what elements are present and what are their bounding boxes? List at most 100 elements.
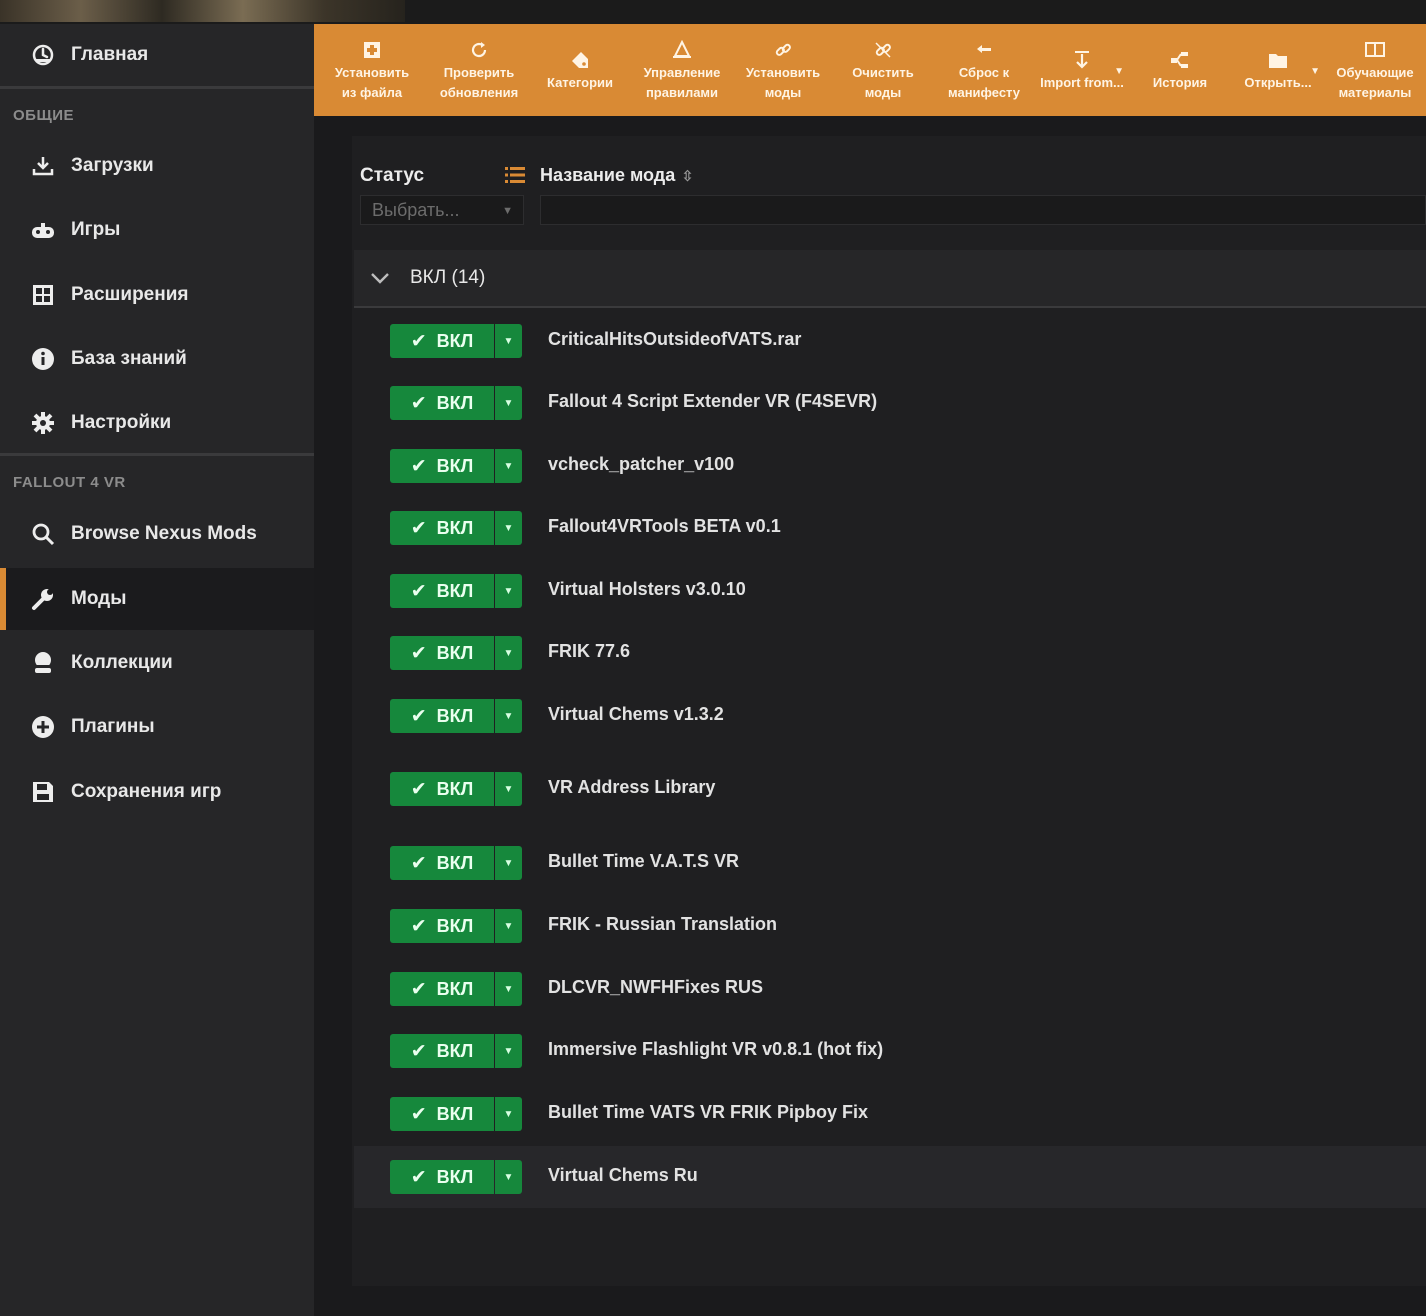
enable-toggle[interactable]: ✔ ВКЛ ▼: [390, 1034, 522, 1068]
check-updates-button[interactable]: Проверить обновления: [430, 24, 528, 116]
sidebar-item-saves[interactable]: Сохранения игр: [0, 761, 314, 823]
sidebar-item-knowledge-base[interactable]: База знаний: [0, 328, 314, 390]
enabled-status-button[interactable]: ✔ ВКЛ: [390, 511, 494, 545]
enable-toggle[interactable]: ✔ ВКЛ ▼: [390, 972, 522, 1006]
mod-row[interactable]: ✔ ВКЛ ▼ Bullet Time VATS VR FRIK Pipboy Fix: [354, 1083, 1426, 1145]
install-file-icon: [362, 37, 382, 63]
enable-toggle[interactable]: ✔ ВКЛ ▼: [390, 511, 522, 545]
mod-name: vcheck_patcher_v100: [548, 454, 735, 474]
enabled-status-button[interactable]: ✔ ВКЛ: [390, 386, 494, 420]
deploy-mods-button[interactable]: Установить моды: [732, 24, 834, 116]
enabled-status-button[interactable]: ✔ ВКЛ: [390, 772, 494, 806]
status-dropdown-button[interactable]: ▼: [495, 324, 522, 358]
mod-name-column-header[interactable]: Название мода ⇳: [540, 165, 694, 186]
toolbar-button-label: Установить из файла: [334, 65, 410, 100]
sidebar-item-home[interactable]: Главная: [0, 24, 314, 86]
sidebar-item-label: Главная: [71, 44, 149, 65]
sidebar-item-downloads[interactable]: Загрузки: [0, 135, 314, 197]
mod-row[interactable]: ✔ ВКЛ ▼ Bullet Time V.A.T.S VR: [354, 832, 1426, 894]
enable-toggle[interactable]: ✔ ВКЛ ▼: [390, 449, 522, 483]
mod-row[interactable]: ✔ ВКЛ ▼ Virtual Chems v1.3.2: [354, 685, 1426, 747]
mod-row[interactable]: ✔ ВКЛ ▼ CriticalHitsOutsideofVATS.rar: [354, 310, 1426, 372]
mod-row[interactable]: ✔ ВКЛ ▼ vcheck_patcher_v100: [354, 435, 1426, 497]
mod-row[interactable]: ✔ ВКЛ ▼ VR Address Library: [354, 758, 1426, 820]
enabled-status-button[interactable]: ✔ ВКЛ: [390, 1097, 494, 1131]
sidebar-item-games[interactable]: Игры: [0, 199, 314, 261]
status-dropdown-button[interactable]: ▼: [495, 772, 522, 806]
install-from-file-button[interactable]: Установить из файла: [314, 24, 430, 116]
manage-rules-button[interactable]: Управление правилами: [632, 24, 732, 116]
group-header-enabled[interactable]: ВКЛ (14): [354, 250, 1426, 308]
enabled-status-button[interactable]: ✔ ВКЛ: [390, 1160, 494, 1194]
enabled-status-button[interactable]: ✔ ВКЛ: [390, 846, 494, 880]
enable-toggle[interactable]: ✔ ВКЛ ▼: [390, 699, 522, 733]
mod-row[interactable]: ✔ ВКЛ ▼ FRIK - Russian Translation: [354, 895, 1426, 957]
toolbar-button-label: Обучающие материалы: [1336, 65, 1414, 100]
status-label: ВКЛ: [436, 852, 474, 873]
enable-toggle[interactable]: ✔ ВКЛ ▼: [390, 1160, 522, 1194]
mod-row[interactable]: ✔ ВКЛ ▼ Virtual Chems Ru: [354, 1146, 1426, 1208]
status-dropdown-button[interactable]: ▼: [495, 699, 522, 733]
status-dropdown-button[interactable]: ▼: [495, 511, 522, 545]
sidebar-item-mods[interactable]: Моды: [0, 568, 314, 630]
status-dropdown-button[interactable]: ▼: [495, 636, 522, 670]
mod-row[interactable]: ✔ ВКЛ ▼ Fallout4VRTools BETA v0.1: [354, 497, 1426, 559]
enable-toggle[interactable]: ✔ ВКЛ ▼: [390, 846, 522, 880]
open-button[interactable]: Открыть... ▼: [1232, 24, 1324, 116]
status-dropdown-button[interactable]: ▼: [495, 386, 522, 420]
enabled-status-button[interactable]: ✔ ВКЛ: [390, 1034, 494, 1068]
tutorials-button[interactable]: Обучающие материалы: [1324, 24, 1426, 116]
mod-name-filter-input[interactable]: [540, 195, 1426, 225]
enabled-status-button[interactable]: ✔ ВКЛ: [390, 636, 494, 670]
enable-toggle[interactable]: ✔ ВКЛ ▼: [390, 1097, 522, 1131]
status-dropdown-button[interactable]: ▼: [495, 972, 522, 1006]
history-button[interactable]: История: [1128, 24, 1232, 116]
checkmark-icon: ✔: [410, 852, 427, 874]
status-column-header[interactable]: Статус: [360, 165, 424, 187]
enable-toggle[interactable]: ✔ ВКЛ ▼: [390, 772, 522, 806]
mod-name: DLCVR_NWFHFixes RUS: [548, 977, 764, 997]
mod-row[interactable]: ✔ ВКЛ ▼ Fallout 4 Script Extender VR (F4SEV…: [354, 372, 1426, 434]
reset-to-manifest-button[interactable]: Сброс к манифесту: [932, 24, 1036, 116]
import-from-button[interactable]: Import from... ▼: [1036, 24, 1128, 116]
checkmark-icon: ✔: [410, 330, 427, 352]
status-dropdown-button[interactable]: ▼: [495, 1160, 522, 1194]
sidebar-item-collections[interactable]: Коллекции: [0, 632, 314, 694]
mod-row[interactable]: ✔ ВКЛ ▼ Immersive Flashlight VR v0.8.1 (hot…: [354, 1020, 1426, 1082]
status-dropdown-button[interactable]: ▼: [495, 846, 522, 880]
mod-name: FRIK - Russian Translation: [548, 914, 778, 934]
sidebar-item-plugins[interactable]: Плагины: [0, 696, 314, 758]
checkmark-icon: ✔: [410, 642, 427, 664]
enabled-status-button[interactable]: ✔ ВКЛ: [390, 699, 494, 733]
status-dropdown-button[interactable]: ▼: [495, 449, 522, 483]
mod-row[interactable]: ✔ ВКЛ ▼ DLCVR_NWFHFixes RUS: [354, 958, 1426, 1020]
enabled-status-button[interactable]: ✔ ВКЛ: [390, 324, 494, 358]
enabled-status-button[interactable]: ✔ ВКЛ: [390, 449, 494, 483]
enable-toggle[interactable]: ✔ ВКЛ ▼: [390, 909, 522, 943]
enabled-status-button[interactable]: ✔ ВКЛ: [390, 972, 494, 1006]
sidebar-item-extensions[interactable]: Расширения: [0, 264, 314, 326]
enable-toggle[interactable]: ✔ ВКЛ ▼: [390, 324, 522, 358]
enabled-status-button[interactable]: ✔ ВКЛ: [390, 909, 494, 943]
list-icon[interactable]: [503, 163, 527, 187]
tutorial-icon: [1364, 37, 1386, 63]
mod-row[interactable]: ✔ ВКЛ ▼ Virtual Holsters v3.0.10: [354, 560, 1426, 622]
status-dropdown-button[interactable]: ▼: [495, 1034, 522, 1068]
mod-row[interactable]: ✔ ВКЛ ▼ FRIK 77.6: [354, 622, 1426, 684]
sidebar-item-settings[interactable]: Настройки: [0, 392, 314, 454]
enable-toggle[interactable]: ✔ ВКЛ ▼: [390, 574, 522, 608]
status-dropdown-button[interactable]: ▼: [495, 574, 522, 608]
enabled-status-button[interactable]: ✔ ВКЛ: [390, 574, 494, 608]
status-filter-select[interactable]: Выбрать... ▼: [360, 195, 524, 225]
purge-mods-button[interactable]: Очистить моды: [834, 24, 932, 116]
plugin-icon: [30, 714, 56, 740]
toolbar: Установить из файла Проверить обновления…: [314, 24, 1426, 116]
enable-toggle[interactable]: ✔ ВКЛ ▼: [390, 386, 522, 420]
enable-toggle[interactable]: ✔ ВКЛ ▼: [390, 636, 522, 670]
categories-button[interactable]: Категории: [528, 24, 632, 116]
sidebar-item-browse-nexus[interactable]: Browse Nexus Mods: [0, 503, 314, 565]
status-dropdown-button[interactable]: ▼: [495, 909, 522, 943]
chevron-down-icon: ▼: [503, 783, 514, 795]
chevron-down-icon: ▼: [502, 205, 513, 217]
status-dropdown-button[interactable]: ▼: [495, 1097, 522, 1131]
